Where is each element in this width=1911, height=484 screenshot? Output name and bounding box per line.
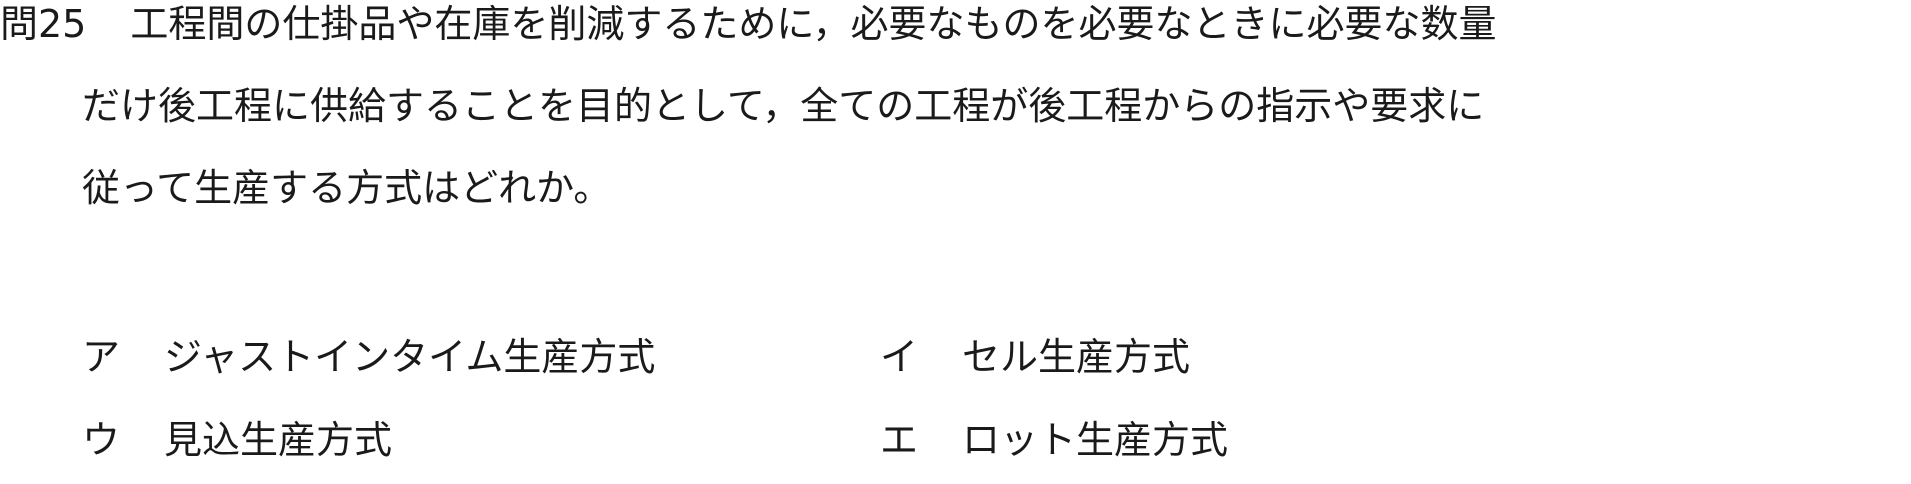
choice-u[interactable]: ウ見込生産方式 <box>82 416 392 464</box>
choice-i-key: イ <box>880 335 919 379</box>
choice-i-text: セル生産方式 <box>962 335 1191 379</box>
choice-i[interactable]: イセル生産方式 <box>880 333 1190 381</box>
question-number: 問25 <box>0 2 87 46</box>
choice-a-key: ア <box>82 335 121 379</box>
choice-u-key: ウ <box>82 418 121 462</box>
choice-e-text: ロット生産方式 <box>962 418 1229 462</box>
question-line-2: だけ後工程に供給することを目的として，全ての工程が後工程からの指示や要求に <box>82 84 1485 128</box>
question-line-1: 問25 工程間の仕掛品や在庫を削減するために，必要なものを必要なときに必要な数量 <box>0 0 1496 48</box>
choice-e[interactable]: エロット生産方式 <box>880 416 1228 464</box>
exam-page: 問25 工程間の仕掛品や在庫を削減するために，必要なものを必要なときに必要な数量 … <box>0 0 1911 484</box>
choice-e-key: エ <box>880 418 919 462</box>
choice-a-text: ジャストインタイム生産方式 <box>164 335 656 379</box>
choice-u-text: 見込生産方式 <box>164 418 393 462</box>
choice-a[interactable]: アジャストインタイム生産方式 <box>82 333 655 381</box>
question-text-1: 工程間の仕掛品や在庫を削減するために，必要なものを必要なときに必要な数量 <box>130 2 1497 46</box>
question-line-3: 従って生産する方式はどれか。 <box>82 166 612 210</box>
